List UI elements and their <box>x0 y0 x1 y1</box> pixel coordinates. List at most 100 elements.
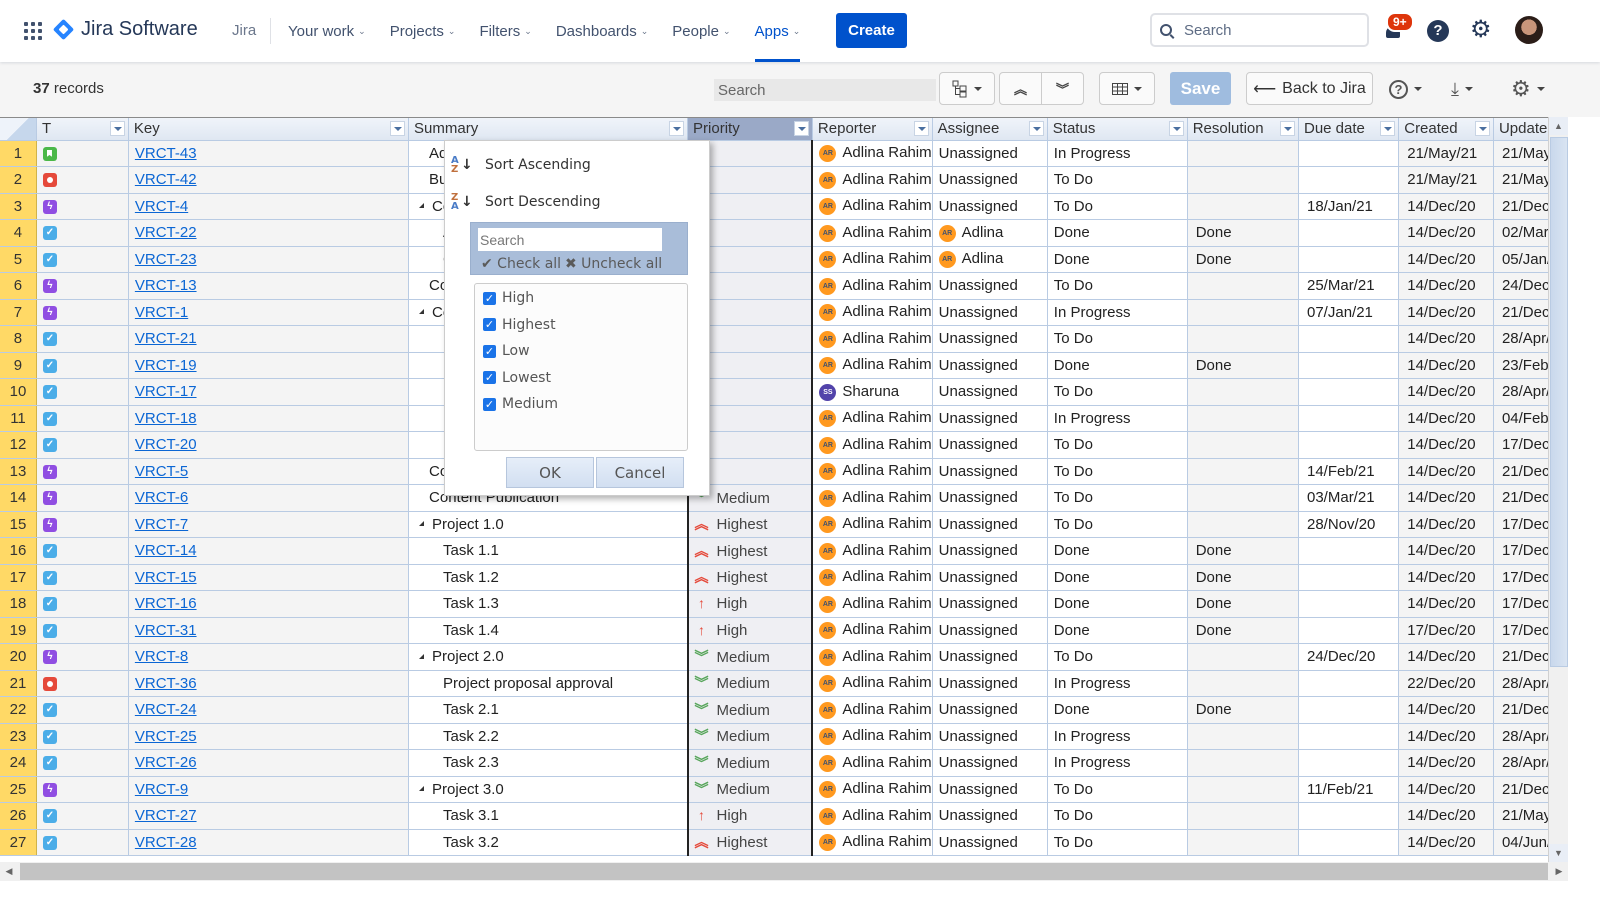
resolution-cell[interactable] <box>1187 299 1300 326</box>
column-header-priority[interactable]: Priority <box>687 118 813 141</box>
key-cell[interactable]: VRCT-43 <box>128 140 410 167</box>
table-row[interactable]: 16 ✓ VRCT-14 Task 1.1 ︽ Highest AR Adlina Rahim… <box>0 537 1568 565</box>
priority-cell[interactable]: ︾ Medium <box>686 776 814 803</box>
status-cell[interactable]: Done <box>1047 564 1188 591</box>
summary-cell[interactable]: Task 1.1 <box>408 537 689 565</box>
summary-cell[interactable]: Task 1.2 <box>408 564 689 591</box>
status-cell[interactable]: Done <box>1047 246 1188 273</box>
resolution-cell[interactable] <box>1187 484 1300 512</box>
resolution-cell[interactable] <box>1187 802 1300 830</box>
reporter-cell[interactable]: AR Adlina Rahim <box>812 749 933 777</box>
assignee-cell[interactable]: Unassigned <box>932 564 1048 591</box>
table-row[interactable]: 26 ✓ VRCT-27 Task 3.1 ↑ High AR Adlina Rahim Una… <box>0 802 1568 830</box>
reporter-cell[interactable]: AR Adlina Rahim <box>812 829 933 856</box>
collapse-all-button[interactable]: ︽ <box>999 72 1042 105</box>
filter-dropdown-icon[interactable] <box>1028 121 1044 136</box>
collapse-triangle-icon[interactable] <box>419 309 425 315</box>
priority-cell[interactable]: ︾ Medium <box>686 723 814 750</box>
status-cell[interactable]: In Progress <box>1047 299 1188 326</box>
filter-option-high[interactable]: ✓ High <box>483 290 534 306</box>
table-row[interactable]: 8✓VRCT-21Deciding on content typesARAdli… <box>0 325 1568 353</box>
priority-cell[interactable]: ︽ Highest <box>686 537 814 565</box>
due-date-cell[interactable]: 14/Feb/21 <box>1298 458 1400 485</box>
status-cell[interactable]: To Do <box>1047 166 1188 194</box>
assignee-cell[interactable]: Unassigned <box>932 272 1048 300</box>
grid-settings-button[interactable]: ⚙ <box>1511 76 1545 102</box>
key-cell[interactable]: VRCT-7 <box>128 511 410 538</box>
checkbox[interactable]: ✓ <box>483 344 496 358</box>
table-row[interactable]: 20 ϟ VRCT-8 Project 2.0 ︾ Medium AR Adlina Rahi… <box>0 643 1568 671</box>
issue-key-link[interactable]: VRCT-23 <box>135 251 197 268</box>
column-header-key[interactable]: Key <box>128 118 410 141</box>
horizontal-scroll-thumb[interactable] <box>20 863 1548 880</box>
assignee-cell[interactable]: Unassigned <box>932 670 1048 697</box>
scroll-left-arrow-icon[interactable]: ◀ <box>0 862 18 881</box>
reporter-cell[interactable]: SS Sharuna <box>812 378 933 406</box>
resolution-cell[interactable] <box>1187 458 1300 485</box>
table-row[interactable]: 1VRCT-43Add commentsARAdlina RahimUnassi… <box>0 140 1568 167</box>
reporter-cell[interactable]: AR Adlina Rahim <box>812 352 933 379</box>
assignee-cell[interactable]: Unassigned <box>932 325 1048 353</box>
cancel-button[interactable]: Cancel <box>596 457 684 488</box>
hierarchy-button[interactable] <box>939 72 995 105</box>
due-date-cell[interactable] <box>1298 537 1400 565</box>
reporter-cell[interactable]: AR Adlina Rahim <box>812 458 933 485</box>
status-cell[interactable]: To Do <box>1047 829 1188 856</box>
table-row[interactable]: 6ϟVRCT-13Content MarketingARAdlina Rahim… <box>0 272 1568 300</box>
key-cell[interactable]: VRCT-36 <box>128 670 410 697</box>
summary-cell[interactable]: Task 1.4 <box>408 617 689 644</box>
status-cell[interactable]: Done <box>1047 590 1188 618</box>
filter-search-input[interactable] <box>478 228 662 251</box>
priority-cell[interactable]: ↑ High <box>686 617 814 644</box>
issue-key-link[interactable]: VRCT-22 <box>135 224 197 241</box>
reporter-cell[interactable]: AR Adlina Rahim <box>812 696 933 724</box>
table-row[interactable]: 2VRCT-42Bug 3.3 (UI feature)ARAdlina Rah… <box>0 166 1568 194</box>
assignee-cell[interactable]: Unassigned <box>932 484 1048 512</box>
key-cell[interactable]: VRCT-17 <box>128 378 410 406</box>
reporter-cell[interactable]: AR Adlina Rahim <box>812 299 933 326</box>
back-to-jira-button[interactable]: ⟵ Back to Jira <box>1246 72 1373 105</box>
key-cell[interactable]: VRCT-13 <box>128 272 410 300</box>
assignee-cell[interactable]: Unassigned <box>932 166 1048 194</box>
jira-logo[interactable]: Jira Software <box>52 18 198 41</box>
reporter-cell[interactable]: AR Adlina Rahim <box>812 802 933 830</box>
resolution-cell[interactable] <box>1187 723 1300 750</box>
reporter-cell[interactable]: AR Adlina Rahim <box>812 617 933 644</box>
resolution-cell[interactable] <box>1187 272 1300 300</box>
resolution-cell[interactable]: Done <box>1187 696 1300 724</box>
table-row[interactable]: 25 ϟ VRCT-9 Project 3.0 ︾ Medium AR Adlina Rahi… <box>0 776 1568 803</box>
user-avatar[interactable] <box>1515 16 1543 44</box>
due-date-cell[interactable] <box>1298 405 1400 432</box>
priority-cell[interactable]: ↑ High <box>686 802 814 830</box>
resolution-cell[interactable]: Done <box>1187 617 1300 644</box>
assignee-cell[interactable]: Unassigned <box>932 352 1048 379</box>
priority-cell[interactable]: ︾ Medium <box>686 749 814 777</box>
resolution-cell[interactable]: Done <box>1187 537 1300 565</box>
global-search[interactable] <box>1150 13 1369 47</box>
status-cell[interactable]: To Do <box>1047 193 1188 220</box>
filter-dropdown-icon[interactable] <box>1280 121 1295 136</box>
assignee-cell[interactable]: Unassigned <box>932 511 1048 538</box>
assignee-cell[interactable]: Unassigned <box>932 643 1048 671</box>
key-cell[interactable]: VRCT-21 <box>128 325 410 353</box>
reporter-cell[interactable]: AR Adlina Rahim <box>812 193 933 220</box>
due-date-cell[interactable]: 28/Nov/20 <box>1298 511 1400 538</box>
resolution-cell[interactable] <box>1187 643 1300 671</box>
due-date-cell[interactable]: 07/Jan/21 <box>1298 299 1400 326</box>
key-cell[interactable]: VRCT-31 <box>128 617 410 644</box>
issue-key-link[interactable]: VRCT-8 <box>135 648 188 665</box>
issue-key-link[interactable]: VRCT-31 <box>135 622 197 639</box>
nav-item-people[interactable]: People ⌄ <box>672 0 730 62</box>
key-cell[interactable]: VRCT-16 <box>128 590 410 618</box>
key-cell[interactable]: VRCT-14 <box>128 537 410 565</box>
summary-cell[interactable]: Task 2.1 <box>408 696 689 724</box>
priority-cell[interactable]: ↑ High <box>686 590 814 618</box>
app-switcher-icon[interactable] <box>24 22 42 40</box>
key-cell[interactable]: VRCT-5 <box>128 458 410 485</box>
table-row[interactable]: 27 ✓ VRCT-28 Task 3.2 ︽ Highest AR Adlina Rahim… <box>0 829 1568 856</box>
checkbox[interactable]: ✓ <box>483 371 496 384</box>
issue-key-link[interactable]: VRCT-14 <box>135 542 197 559</box>
reporter-cell[interactable]: AR Adlina Rahim <box>812 166 933 194</box>
issue-key-link[interactable]: VRCT-18 <box>135 410 197 427</box>
assignee-cell[interactable]: Unassigned <box>932 590 1048 618</box>
